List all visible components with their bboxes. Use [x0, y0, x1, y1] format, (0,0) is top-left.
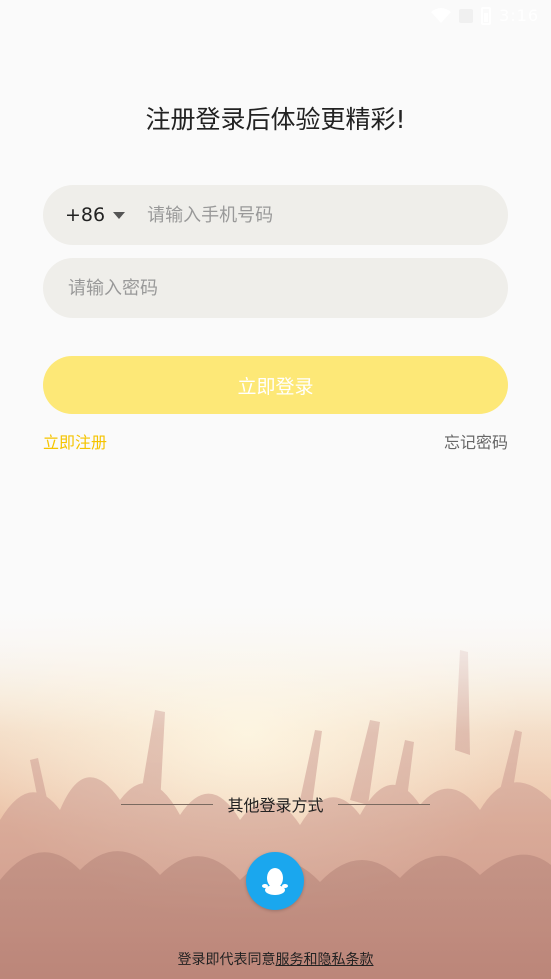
terms-link[interactable]: 服务和隐私条款 — [276, 952, 374, 968]
phone-input-row: +86 — [43, 185, 508, 245]
register-link[interactable]: 立即注册 — [43, 429, 107, 453]
agreement-prefix: 登录即代表同意 — [177, 952, 276, 968]
page-title: 注册登录后体验更精彩! — [145, 105, 406, 134]
forgot-password-link[interactable]: 忘记密码 — [444, 429, 508, 453]
status-time: 3:16 — [499, 6, 539, 25]
wifi-icon — [431, 7, 452, 23]
other-login-section: 其他登录方式 — [0, 792, 551, 816]
agreement-text: 登录即代表同意服务和隐私条款 — [0, 949, 551, 969]
crowd-background-image — [0, 600, 551, 979]
qq-login-button[interactable] — [246, 852, 304, 910]
status-bar: 3:16 — [0, 0, 551, 30]
divider-left — [121, 803, 214, 805]
login-button[interactable]: 立即登录 — [43, 356, 508, 414]
caret-down-icon[interactable] — [113, 211, 126, 219]
phone-input[interactable] — [145, 203, 508, 227]
country-code-selector[interactable]: +86 — [65, 204, 105, 226]
battery-icon — [481, 6, 492, 25]
signal-icon — [459, 8, 474, 23]
password-input-row — [43, 258, 508, 318]
qq-icon — [262, 868, 288, 895]
password-input[interactable] — [66, 276, 508, 300]
status-icons: 3:16 — [431, 6, 539, 25]
divider-right — [337, 803, 430, 805]
other-login-label: 其他登录方式 — [227, 796, 324, 815]
